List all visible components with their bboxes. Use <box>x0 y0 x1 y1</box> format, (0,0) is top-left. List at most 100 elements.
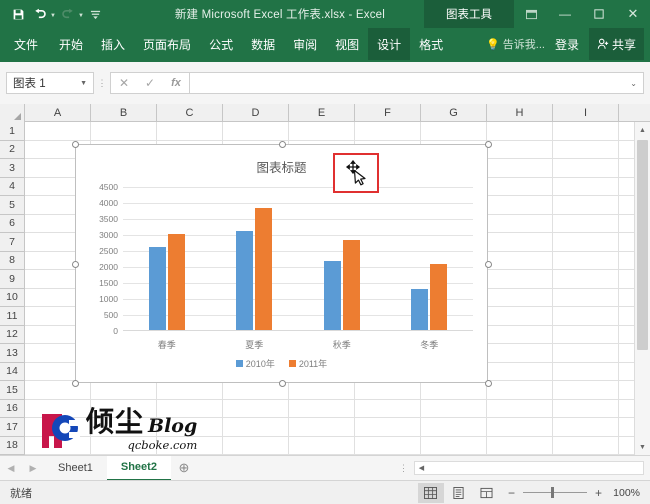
expand-formula-bar-icon[interactable]: ⌄ <box>630 79 637 88</box>
resize-handle-middle-left[interactable] <box>72 261 79 268</box>
resize-handle-top-right[interactable] <box>485 141 492 148</box>
column-header-c[interactable]: C <box>157 104 223 122</box>
resize-handle-bottom-center[interactable] <box>279 380 286 387</box>
column-header-a[interactable]: A <box>25 104 91 122</box>
chart-bar[interactable] <box>411 289 429 330</box>
tell-me-box[interactable]: 💡 告诉我... <box>486 36 545 52</box>
ribbon-tab-page-layout[interactable]: 页面布局 <box>134 28 200 60</box>
row-header-3[interactable]: 3 <box>0 159 25 178</box>
row-header-4[interactable]: 4 <box>0 177 25 196</box>
row-header-9[interactable]: 9 <box>0 270 25 289</box>
chart-bar[interactable] <box>167 234 185 330</box>
column-header-g[interactable]: G <box>421 104 487 122</box>
horizontal-scrollbar[interactable]: ◀ <box>414 461 644 475</box>
column-header-h[interactable]: H <box>487 104 553 122</box>
ribbon-tab-insert[interactable]: 插入 <box>92 28 134 60</box>
row-header-14[interactable]: 14 <box>0 362 25 381</box>
column-header-f[interactable]: F <box>355 104 421 122</box>
row-header-6[interactable]: 6 <box>0 214 25 233</box>
enter-formula-icon[interactable]: ✓ <box>137 76 163 90</box>
page-layout-view-icon[interactable] <box>446 483 472 503</box>
row-header-10[interactable]: 10 <box>0 288 25 307</box>
ribbon-tab-formulas[interactable]: 公式 <box>200 28 242 60</box>
previous-sheet-icon[interactable]: ◀ <box>0 463 22 474</box>
vertical-scroll-thumb[interactable] <box>637 140 648 350</box>
scroll-down-icon[interactable]: ▼ <box>635 439 650 455</box>
row-header-12[interactable]: 12 <box>0 325 25 344</box>
name-box[interactable]: 图表 1 ▼ <box>6 72 94 94</box>
status-message: 就绪 <box>10 487 32 500</box>
row-header-8[interactable]: 8 <box>0 251 25 270</box>
customize-toolbar-icon[interactable] <box>86 4 106 24</box>
chart-legend[interactable]: 2010年 2011年 <box>76 357 487 370</box>
row-header-13[interactable]: 13 <box>0 344 25 363</box>
ribbon-tab-review[interactable]: 审阅 <box>284 28 326 60</box>
legend-item-series-1[interactable]: 2011年 <box>288 357 327 370</box>
row-header-1[interactable]: 1 <box>0 122 25 141</box>
resize-handle-bottom-left[interactable] <box>72 380 79 387</box>
zoom-in-button[interactable]: + <box>589 486 608 500</box>
ribbon-tab-data[interactable]: 数据 <box>242 28 284 60</box>
chart-gridline <box>123 203 473 204</box>
add-sheet-icon[interactable]: ⊕ <box>171 460 197 476</box>
sheet-tab-sheet1[interactable]: Sheet1 <box>44 456 107 481</box>
chart-object[interactable]: 图表标题 4500 4000 3500 3000 2500 2000 1500 1000 500… <box>72 141 492 387</box>
sheet-tab-sheet2[interactable]: Sheet2 <box>106 455 171 481</box>
zoom-level-label[interactable]: 100% <box>610 487 640 499</box>
sign-in-button[interactable]: 登录 <box>545 36 589 53</box>
undo-icon[interactable] <box>30 4 50 24</box>
column-header-d[interactable]: D <box>223 104 289 122</box>
chart-bar[interactable] <box>255 208 273 330</box>
scroll-up-icon[interactable]: ▲ <box>635 122 650 138</box>
chart-bar[interactable] <box>323 261 341 330</box>
row-header-11[interactable]: 11 <box>0 307 25 326</box>
minimize-icon[interactable]: — <box>548 0 582 28</box>
chevron-down-icon[interactable]: ▼ <box>80 80 87 87</box>
ribbon-tab-format[interactable]: 格式 <box>410 28 452 60</box>
zoom-slider[interactable] <box>522 487 587 498</box>
row-header-17[interactable]: 17 <box>0 418 25 437</box>
row-header-5[interactable]: 5 <box>0 196 25 215</box>
normal-view-icon[interactable] <box>417 482 444 503</box>
save-icon[interactable] <box>8 4 28 24</box>
resize-handle-top-left[interactable] <box>72 141 79 148</box>
ribbon-display-options-icon[interactable] <box>514 0 548 28</box>
row-header-7[interactable]: 7 <box>0 233 25 252</box>
next-sheet-icon[interactable]: ▶ <box>22 463 44 474</box>
ribbon-tab-view[interactable]: 视图 <box>326 28 368 60</box>
insert-function-icon[interactable]: fx <box>163 77 189 89</box>
qc-logo-icon <box>38 410 84 452</box>
close-icon[interactable]: ✕ <box>616 0 650 28</box>
ribbon-tab-design[interactable]: 设计 <box>368 28 411 60</box>
chart-bar[interactable] <box>148 246 166 330</box>
chart-bar[interactable] <box>236 230 254 330</box>
zoom-out-button[interactable]: − <box>502 486 521 500</box>
ribbon-tab-home[interactable]: 开始 <box>50 28 92 60</box>
row-header-16[interactable]: 16 <box>0 399 25 418</box>
chart-title[interactable]: 图表标题 <box>76 157 487 176</box>
legend-item-series-0[interactable]: 2010年 <box>235 357 275 370</box>
column-header-e[interactable]: E <box>289 104 355 122</box>
row-header-2[interactable]: 2 <box>0 140 25 159</box>
row-header-18[interactable]: 18 <box>0 436 25 455</box>
scroll-left-icon[interactable]: ◀ <box>415 464 428 472</box>
column-header-b[interactable]: B <box>91 104 157 122</box>
maximize-icon[interactable] <box>582 0 616 28</box>
select-all-corner[interactable] <box>0 104 25 122</box>
formula-input[interactable]: ⌄ <box>189 72 644 94</box>
zoom-slider-thumb[interactable] <box>550 487 554 498</box>
chart-bar[interactable] <box>342 240 360 330</box>
resize-handle-middle-right[interactable] <box>485 261 492 268</box>
row-header-15[interactable]: 15 <box>0 381 25 400</box>
chart-bar[interactable] <box>430 264 448 330</box>
cancel-formula-icon[interactable]: ✕ <box>111 76 137 90</box>
share-button[interactable]: 共享 <box>588 28 644 60</box>
chart-plot-area[interactable]: 4500 4000 3500 3000 2500 2000 1500 1000 500 0 春季 夏季… <box>99 182 473 350</box>
vertical-scrollbar[interactable]: ▲ ▼ <box>634 122 650 455</box>
page-break-preview-icon[interactable] <box>474 483 500 503</box>
ribbon-tab-file[interactable]: 文件 <box>0 28 50 60</box>
resize-handle-bottom-right[interactable] <box>485 380 492 387</box>
undo-dropdown-icon[interactable]: ▼ <box>50 13 56 19</box>
resize-handle-top-center[interactable] <box>279 141 286 148</box>
column-header-i[interactable]: I <box>553 104 619 122</box>
